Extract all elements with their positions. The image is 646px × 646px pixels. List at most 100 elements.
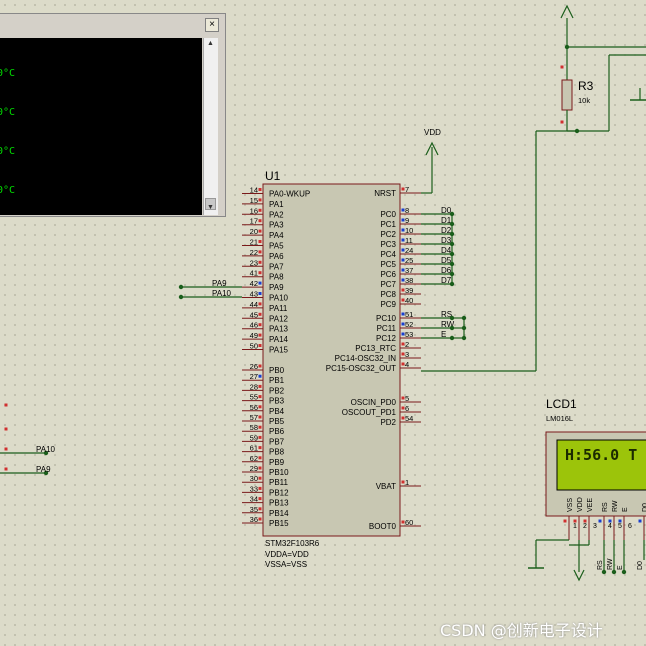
pin-name: PB1 [269,376,285,385]
pin-marker [401,520,405,524]
pin-number: 7 [405,185,409,194]
pin-marker [608,519,612,523]
pin-name: PB4 [269,407,285,416]
pin-marker [401,416,405,420]
pin-name: PA3 [269,221,284,230]
pin-name: PB10 [269,468,289,477]
pin-number: 2 [405,340,409,349]
pin-number: 15 [250,196,258,205]
lcd-text: H:56.0 T [565,446,637,464]
pin-number: 6 [405,404,409,413]
pin-marker [401,298,405,302]
pin-name: PA7 [269,262,284,271]
power-arrow [560,4,574,19]
pin-marker [401,406,405,410]
pin-marker [258,384,262,388]
pin-marker [401,278,405,282]
pin-name: PC0 [380,210,396,219]
pin-marker [401,268,405,272]
pin-marker [258,240,262,243]
pin-number: 9 [405,216,409,225]
pin-marker [258,229,262,233]
lcd-pin-name: RS [602,502,609,512]
pin-marker [258,281,262,285]
pin-name: PA0-WKUP [269,190,310,199]
pin-marker [258,446,262,450]
pin-number: 29 [250,464,258,473]
pin-name: OSCIN_PD0 [351,398,397,407]
pin-name: PB14 [269,509,289,518]
watermark: CSDN @创新电子设计 [440,621,603,640]
pin-marker [258,364,262,368]
net-label: PA10 [36,445,56,454]
pin-marker [583,519,587,523]
pin-number: 40 [405,296,413,305]
pin-name: PB12 [269,488,289,497]
pin-name: PA11 [269,304,288,313]
pin-number: 4 [405,360,409,369]
pin-marker [258,219,262,223]
pin-name: PB5 [269,417,285,426]
pin-marker [258,312,262,316]
pin-marker [401,187,405,191]
net-label: D0 [637,561,644,570]
pin-number: 23 [250,258,258,267]
pin-marker [258,333,262,337]
pin-number: 14 [250,186,258,195]
pin-marker [258,198,262,202]
pin-number: 38 [405,276,413,285]
pin-name: PC9 [380,300,396,309]
pin-number: 21 [250,238,258,247]
lcd-pin-name: E [622,507,629,512]
pin-marker [258,250,262,254]
net-label: RW [607,558,614,570]
pin-marker [258,476,262,480]
pin-number: 45 [250,310,258,319]
pin-number: 52 [405,320,413,329]
pin-name: PC7 [380,280,396,289]
pin-name: PB11 [269,478,289,487]
pin-marker [618,519,622,523]
pin-marker [401,396,405,400]
pin-marker [4,403,8,407]
pin-marker [258,323,262,327]
lcd-pin-number: 1 [573,523,577,530]
pin-name: PC8 [380,290,396,299]
pin-number: 39 [405,286,413,295]
pin-marker [401,218,405,222]
net-label: PA10 [212,289,232,298]
pin-name: PB15 [269,519,289,528]
pin-number: 33 [250,484,258,493]
pin-name: PA1 [269,200,284,209]
pin-number: 22 [250,248,258,257]
pin-marker [401,288,405,292]
pin-number: 10 [405,226,413,235]
pin-marker [258,395,262,399]
u1-ref: U1 [265,169,281,183]
pin-name: PA15 [269,346,289,355]
pin-marker [4,447,8,451]
pin-name: PA12 [269,314,289,323]
u1-note: VSSA=VSS [265,560,307,569]
pin-name: PB7 [269,437,285,446]
pin-name: PD2 [380,418,396,427]
pin-number: 53 [405,330,413,339]
pin-marker [401,248,405,252]
lcd-pin-number: 4 [608,523,612,530]
pin-marker [401,238,405,242]
pin-number: 37 [405,266,413,275]
pin-name: PC1 [380,220,396,229]
net-label: E [617,565,624,570]
pin-marker [258,344,262,347]
pin-name: PC6 [380,270,396,279]
lcd-part: LM016L [546,414,573,423]
pin-marker [560,65,564,69]
pin-marker [258,292,262,295]
pin-name: PC3 [380,240,396,249]
pin-marker [258,374,262,378]
pin-name: PA2 [269,210,284,219]
pin-number: 30 [250,474,258,483]
pin-marker [258,507,262,511]
pin-marker [258,497,262,501]
net-label: PA9 [36,465,51,474]
